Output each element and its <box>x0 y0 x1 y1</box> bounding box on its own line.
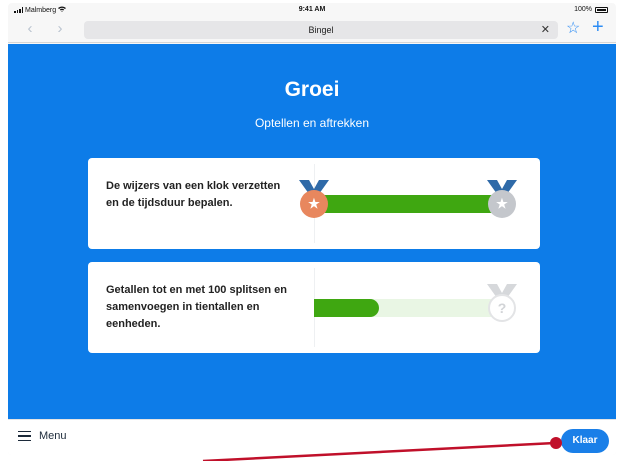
menu-button[interactable]: Menu <box>18 430 67 442</box>
locked-medal-icon: ? <box>485 284 519 328</box>
page-subtitle: Optellen en aftrekken <box>254 116 370 130</box>
progress-fill <box>314 195 510 213</box>
address-bar[interactable]: Bingel ✕ <box>84 21 558 39</box>
progress-fill <box>314 299 379 317</box>
close-icon[interactable]: ✕ <box>541 21 550 39</box>
bottom-bar: Menu Klaar <box>8 419 616 455</box>
hamburger-icon <box>18 430 31 442</box>
star-icon[interactable]: ☆ <box>566 20 580 38</box>
skill-description: Getallen tot en met 100 splitsen en same… <box>106 284 287 330</box>
progress-track <box>314 299 510 317</box>
bronze-medal-icon: ★ <box>297 180 331 224</box>
page-title: Groei <box>284 78 340 101</box>
back-icon[interactable]: ‹ <box>22 21 38 37</box>
question-icon: ? <box>488 294 516 322</box>
status-bar: Malmberg 9:41 AM 100% <box>8 3 616 17</box>
ipad-screen: Malmberg 9:41 AM 100% ‹ › Bingel ✕ ☆ + G… <box>8 3 616 455</box>
progress-track <box>314 195 510 213</box>
skill-card[interactable]: Getallen tot en met 100 splitsen en same… <box>88 262 540 353</box>
skill-description: De wijzers van een klok verzetten en de … <box>106 180 281 209</box>
growth-screen: Groei Optellen en aftrekken De wijzers v… <box>8 44 616 419</box>
status-time: 9:41 AM <box>298 6 326 13</box>
battery-icon <box>595 6 608 13</box>
done-button[interactable]: Klaar <box>561 429 609 453</box>
skill-card[interactable]: De wijzers van een klok verzetten en de … <box>88 158 540 249</box>
battery-indicator: 100% <box>574 6 608 13</box>
menu-label: Menu <box>39 430 67 442</box>
plus-icon[interactable]: + <box>592 17 604 37</box>
star-icon: ★ <box>488 190 516 218</box>
battery-percent: 100% <box>574 6 592 13</box>
star-icon: ★ <box>300 190 328 218</box>
silver-medal-icon: ★ <box>485 180 519 224</box>
address-text: Bingel <box>308 25 334 35</box>
browser-toolbar: ‹ › Bingel ✕ ☆ + <box>8 17 616 43</box>
forward-icon[interactable]: › <box>52 21 68 37</box>
